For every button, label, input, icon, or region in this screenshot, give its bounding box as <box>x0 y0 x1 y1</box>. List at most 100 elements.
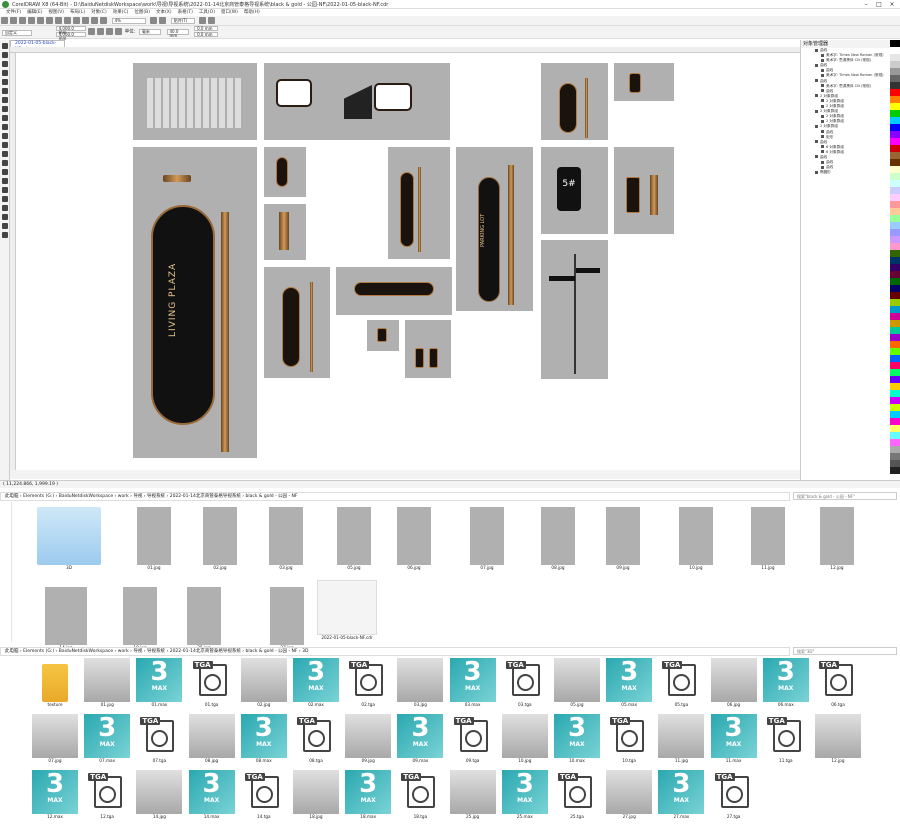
document-tab[interactable]: 2022-01-05-black-NF.cdr <box>10 40 65 52</box>
tga-file-item[interactable]: TGA 07.tga <box>134 714 184 763</box>
color-swatch[interactable] <box>890 222 900 229</box>
tga-file-item[interactable]: TGA 06.tga <box>813 658 863 707</box>
breadcrumb-item[interactable]: 2022-01-14北京商管泰格导视系统 <box>170 494 241 499</box>
unit-select[interactable]: 毫米 <box>138 28 161 35</box>
tool-icon[interactable] <box>2 178 8 184</box>
tga-file-item[interactable]: TGA 03.tga <box>500 658 550 707</box>
jpg-file-item[interactable]: 25.jpg <box>179 587 229 650</box>
jpg-file-item[interactable]: 18.jpg <box>291 770 341 819</box>
color-swatch[interactable] <box>890 145 900 152</box>
color-swatch[interactable] <box>890 40 900 47</box>
artboard-totem-c[interactable] <box>388 147 450 259</box>
artboard-parking[interactable]: PARKING LOT <box>456 147 533 311</box>
jpg-file-item[interactable]: 02.jpg <box>195 507 245 570</box>
tool-icon[interactable] <box>2 79 8 85</box>
menu-item[interactable]: 编辑(E) <box>27 9 42 16</box>
jpg-file-item[interactable]: 03.jpg <box>261 507 311 570</box>
explorer1-address-bar[interactable]: 此电脑 › Elements (G:) › BaiduNetdiskWorksp… <box>0 492 790 501</box>
tool-icon[interactable] <box>2 115 8 121</box>
object-row[interactable]: 椭圆形 <box>801 170 890 175</box>
color-swatch[interactable] <box>890 173 900 180</box>
jpg-file-item[interactable]: 06.jpg <box>389 507 439 570</box>
artboard-5-sign[interactable]: 5# <box>541 147 608 234</box>
portrait-icon[interactable] <box>88 28 96 35</box>
maximize-icon[interactable]: □ <box>873 0 885 9</box>
max-file-item[interactable]: 3 MAX 10.max <box>552 714 602 763</box>
menu-item[interactable]: 文件(F) <box>6 9 21 16</box>
tool-icon[interactable] <box>2 223 8 229</box>
color-swatch[interactable] <box>890 152 900 159</box>
color-swatch[interactable] <box>890 306 900 313</box>
landscape-icon[interactable] <box>97 28 105 35</box>
artboard-directional[interactable] <box>541 240 608 379</box>
tool-icon[interactable] <box>2 124 8 130</box>
save-icon[interactable] <box>19 17 26 24</box>
color-swatch[interactable] <box>890 194 900 201</box>
jpg-file-item[interactable]: 07.jpg <box>30 714 80 763</box>
color-swatch[interactable] <box>890 292 900 299</box>
max-file-item[interactable]: 3 MAX 25.max <box>500 770 550 819</box>
color-swatch[interactable] <box>890 117 900 124</box>
menu-item[interactable]: 帮助(H) <box>244 9 260 16</box>
new-icon[interactable] <box>1 17 8 24</box>
color-swatch[interactable] <box>890 96 900 103</box>
jpg-file-item[interactable]: 12.jpg <box>813 714 863 763</box>
color-swatch[interactable] <box>890 320 900 327</box>
color-swatch[interactable] <box>890 89 900 96</box>
tool-icon[interactable] <box>2 232 8 238</box>
jpg-file-item[interactable]: 05.jpg <box>552 658 602 707</box>
jpg-file-item[interactable]: 08.jpg <box>187 714 237 763</box>
breadcrumb-item[interactable]: work <box>118 649 129 654</box>
jpg-file-item[interactable]: 14.jpg <box>134 770 184 819</box>
artboard-side-small-a[interactable] <box>264 147 306 197</box>
jpg-file-item[interactable]: 11.jpg <box>743 507 793 570</box>
color-swatch[interactable] <box>890 159 900 166</box>
jpg-file-item[interactable]: 10.jpg <box>671 507 721 570</box>
import-icon[interactable] <box>91 17 98 24</box>
color-swatch[interactable] <box>890 131 900 138</box>
jpg-file-item[interactable]: 06.jpg <box>709 658 759 707</box>
breadcrumb-item[interactable]: black & gold - 公园 - NF <box>246 649 298 654</box>
tga-file-item[interactable]: TGA 18.tga <box>395 770 445 819</box>
tool-icon[interactable] <box>2 169 8 175</box>
color-swatch[interactable] <box>890 271 900 278</box>
tool-icon[interactable] <box>2 97 8 103</box>
color-swatch[interactable] <box>890 124 900 131</box>
max-file-item[interactable]: 3 MAX 05.max <box>604 658 654 707</box>
artboard-tiny[interactable] <box>367 320 399 351</box>
max-file-item[interactable]: 3 MAX 01.max <box>134 658 184 707</box>
max-file-item[interactable]: 3 MAX 14.max <box>187 770 237 819</box>
tga-file-item[interactable]: TGA 10.tga <box>604 714 654 763</box>
max-file-item[interactable]: 3 MAX 02.max <box>291 658 341 707</box>
artboard-wall-plate[interactable] <box>336 267 452 315</box>
color-swatch[interactable] <box>890 439 900 446</box>
tga-file-item[interactable]: TGA 01.tga <box>187 658 237 707</box>
color-swatch[interactable] <box>890 369 900 376</box>
max-file-item[interactable]: 3 MAX 07.max <box>82 714 132 763</box>
jpg-file-item[interactable]: 01.jpg <box>129 507 179 570</box>
menu-item[interactable]: 视图(V) <box>48 9 64 16</box>
breadcrumb-item[interactable]: 此电脑 <box>5 494 19 499</box>
jpg-file-item[interactable]: 14.jpg <box>37 587 95 650</box>
breadcrumb-item[interactable]: 3D <box>302 649 308 654</box>
color-swatch[interactable] <box>890 299 900 306</box>
color-swatch[interactable] <box>890 250 900 257</box>
tool-icon[interactable] <box>2 205 8 211</box>
breadcrumb-item[interactable]: 2022-01-14北京商管泰格导视系统 <box>170 649 241 654</box>
color-swatch[interactable] <box>890 362 900 369</box>
menu-item[interactable]: 工具(O) <box>199 9 215 16</box>
jpg-file-item[interactable]: 01.jpg <box>82 658 132 707</box>
page-width-input[interactable]: 4,000.0 mm <box>55 26 86 35</box>
breadcrumb-item[interactable]: 导视系统 <box>147 649 165 654</box>
breadcrumb-item[interactable]: BaiduNetdiskWorkspace <box>59 649 113 654</box>
jpg-file-item[interactable]: 03.jpg <box>395 658 445 707</box>
options-gear-icon[interactable] <box>199 17 207 24</box>
color-swatch[interactable] <box>890 285 900 292</box>
snap-to-dropdown[interactable]: 贴齐(T) <box>170 17 195 24</box>
color-swatch[interactable] <box>890 348 900 355</box>
color-swatch[interactable] <box>890 75 900 82</box>
tga-file-item[interactable]: TGA 12.tga <box>82 770 132 819</box>
zoom-select[interactable]: 4% <box>111 17 146 24</box>
tool-icon[interactable] <box>2 214 8 220</box>
color-swatch[interactable] <box>890 166 900 173</box>
